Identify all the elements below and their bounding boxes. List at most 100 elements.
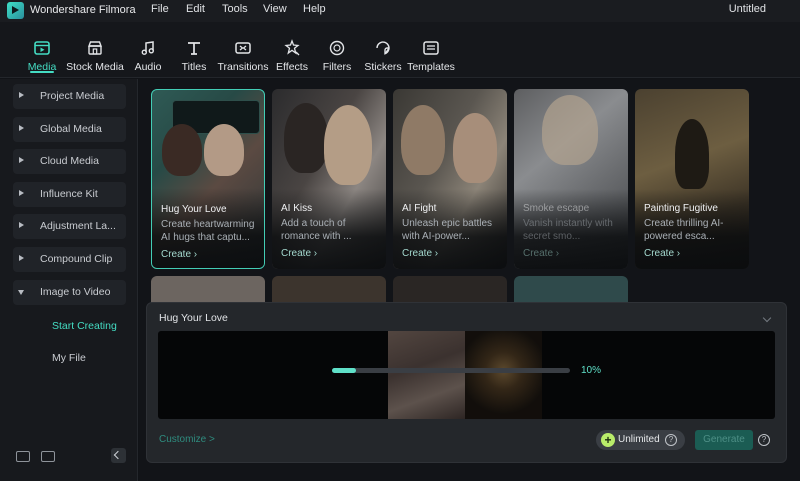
chevron-down-icon[interactable] — [762, 313, 772, 323]
card-description: Add a touch of romance with ... — [281, 218, 352, 242]
expand-arrow-icon — [19, 157, 24, 163]
card-description: Vanish instantly with secret smo... — [523, 218, 613, 242]
transitions-icon — [234, 39, 252, 57]
create-label: Create — [161, 249, 192, 260]
tab-media[interactable]: Media — [26, 22, 58, 78]
card-create-link[interactable]: Create › — [644, 248, 680, 259]
source-image-thumbnail — [388, 331, 465, 419]
sidebar-item-adjustment-layer[interactable]: Adjustment La... — [13, 214, 126, 239]
tab-stock-media-label: Stock Media — [66, 61, 124, 73]
filmora-logo-icon — [7, 2, 24, 19]
app-name: Wondershare Filmora — [30, 4, 136, 16]
tab-filters[interactable]: Filters — [321, 22, 353, 78]
tab-audio[interactable]: Audio — [132, 22, 164, 78]
progress-bar — [332, 368, 570, 373]
filters-icon — [328, 39, 346, 57]
menu-edit[interactable]: Edit — [186, 3, 205, 15]
card-title: Smoke escape — [523, 203, 590, 214]
help-icon[interactable]: ? — [665, 434, 677, 446]
sidebar-item-label: Image to Video — [40, 286, 111, 298]
create-label: Create — [281, 248, 312, 259]
media-icon — [33, 39, 51, 57]
media-sidebar: Project Media Global Media Cloud Media I… — [0, 79, 138, 481]
expand-arrow-icon — [19, 125, 24, 131]
tab-transitions[interactable]: Transitions — [218, 22, 268, 78]
tab-stickers[interactable]: Stickers — [364, 22, 402, 78]
tab-titles-label: Titles — [181, 61, 207, 73]
template-card-ai-kiss[interactable]: AI Kiss Add a touch of romance with ... … — [272, 89, 386, 269]
template-card-painting-fugitive[interactable]: Painting Fugitive Create thrilling AI-po… — [635, 89, 749, 269]
template-card-ai-fight[interactable]: AI Fight Unleash epic battles with AI-po… — [393, 89, 507, 269]
help-icon[interactable]: ? — [758, 434, 770, 446]
card-title: Hug Your Love — [161, 204, 227, 215]
music-note-icon — [139, 39, 157, 57]
plus-icon: + — [601, 433, 615, 447]
tab-effects-label: Effects — [276, 61, 308, 73]
sidebar-item-compound-clip[interactable]: Compound Clip — [13, 247, 126, 272]
generation-panel: Hug Your Love 10% Customize > + Unlimite… — [146, 302, 787, 463]
sidebar-item-image-to-video[interactable]: Image to Video — [13, 280, 126, 305]
create-label: Create — [523, 248, 554, 259]
templates-icon — [422, 39, 440, 57]
collapse-arrow-icon — [18, 290, 24, 295]
menu-tools[interactable]: Tools — [222, 3, 248, 15]
chevron-right-icon: › — [676, 248, 681, 259]
card-create-link[interactable]: Create › — [281, 248, 317, 259]
template-card-row2[interactable] — [393, 276, 507, 304]
card-title: AI Fight — [402, 203, 437, 214]
card-title: AI Kiss — [281, 203, 313, 214]
expand-arrow-icon — [19, 190, 24, 196]
sidebar-item-project-media[interactable]: Project Media — [13, 84, 126, 109]
chevron-right-icon: › — [313, 248, 318, 259]
card-person-shape — [453, 113, 497, 183]
template-card-hug-your-love[interactable]: Hug Your Love Create heartwarming AI hug… — [151, 89, 265, 269]
preview-area: 10% — [158, 331, 775, 419]
tab-stock-media[interactable]: Stock Media — [66, 22, 124, 78]
template-card-row2[interactable] — [272, 276, 386, 304]
new-folder-icon[interactable] — [16, 451, 30, 462]
tab-templates[interactable]: Templates — [407, 22, 455, 78]
card-create-link[interactable]: Create › — [523, 248, 559, 259]
tab-transitions-label: Transitions — [217, 61, 269, 73]
sidebar-item-influence-kit[interactable]: Influence Kit — [13, 182, 126, 207]
source-image-thumbnail — [465, 331, 542, 419]
card-create-link[interactable]: Create › — [161, 249, 197, 260]
tab-filters-label: Filters — [322, 61, 352, 73]
template-card-row2[interactable] — [151, 276, 265, 304]
template-card-row2[interactable] — [514, 276, 628, 304]
collapse-sidebar-button[interactable] — [111, 448, 126, 463]
card-description: Create heartwarming AI hugs that captu..… — [161, 219, 255, 243]
card-person-shape — [324, 105, 372, 185]
card-create-link[interactable]: Create › — [402, 248, 438, 259]
unlimited-label: Unlimited — [618, 434, 660, 445]
customize-link[interactable]: Customize > — [159, 434, 215, 445]
unlimited-credits-badge[interactable]: + Unlimited ? — [596, 430, 685, 450]
main-toolbar: Media Stock Media Audio Titles Transitio… — [0, 22, 800, 78]
add-folder-icon[interactable] — [41, 451, 55, 462]
generate-button[interactable]: Generate — [695, 430, 753, 450]
menu-view[interactable]: View — [263, 3, 287, 15]
stickers-icon — [374, 39, 392, 57]
active-tab-indicator — [30, 71, 54, 73]
tab-audio-label: Audio — [134, 61, 162, 73]
tab-effects[interactable]: Effects — [275, 22, 309, 78]
menu-help[interactable]: Help — [303, 3, 326, 15]
title-bar: Wondershare Filmora File Edit Tools View… — [0, 0, 800, 22]
sidebar-subitem-start-creating[interactable]: Start Creating — [52, 320, 117, 332]
chevron-right-icon: › — [434, 248, 439, 259]
create-label: Create — [402, 248, 433, 259]
template-card-smoke-escape[interactable]: Smoke escape Vanish instantly with secre… — [514, 89, 628, 269]
menu-file[interactable]: File — [151, 3, 169, 15]
expand-arrow-icon — [19, 222, 24, 228]
titles-icon — [185, 39, 203, 57]
card-person-shape — [284, 103, 328, 173]
card-description: Unleash epic battles with AI-power... — [402, 218, 493, 242]
tab-templates-label: Templates — [407, 61, 455, 73]
sidebar-item-cloud-media[interactable]: Cloud Media — [13, 149, 126, 174]
sidebar-item-global-media[interactable]: Global Media — [13, 117, 126, 142]
sidebar-subitem-my-file[interactable]: My File — [52, 352, 86, 364]
sidebar-item-label: Cloud Media — [40, 155, 99, 167]
card-person-shape — [204, 124, 244, 176]
tab-titles[interactable]: Titles — [178, 22, 210, 78]
card-person-shape — [401, 105, 445, 175]
